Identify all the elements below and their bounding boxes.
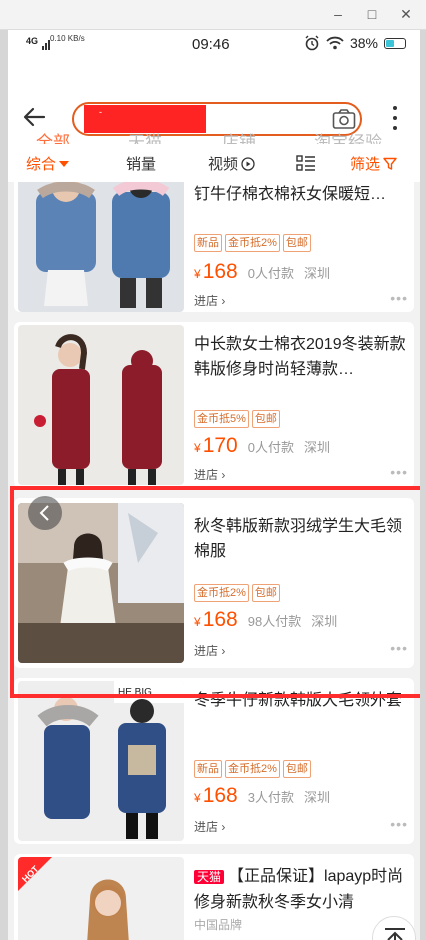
- filter-bar: 综合 销量 视频 筛选: [8, 144, 420, 182]
- close-icon[interactable]: ✕: [398, 6, 414, 22]
- tag: 金币抵5%: [194, 410, 249, 428]
- tag: 包邮: [251, 410, 280, 428]
- sold-count: 98人付款: [247, 614, 302, 629]
- svg-text:HE BIG: HE BIG: [118, 687, 152, 698]
- product-title-text: 【正品保证】lapayp时尚修身新款秋冬季女小清: [194, 868, 404, 911]
- arrow-up-icon: [385, 928, 405, 940]
- location: 深圳: [303, 790, 330, 805]
- phone-screen: 4G 0.10 KB/s 09:46 38% - 全部 天猫 店铺 淘宝经验 综…: [8, 30, 420, 940]
- sales-label: 销量: [126, 156, 157, 173]
- location: 深圳: [303, 440, 330, 455]
- product-card[interactable]: HOT 天猫 【正品保证】lapayp时尚修身新款秋冬季女小清 中国品牌: [14, 854, 414, 940]
- tag: 金币抵2%: [225, 234, 280, 252]
- video-label: 视频: [208, 156, 239, 173]
- signal-icon: [42, 40, 50, 50]
- location: 深圳: [311, 614, 338, 629]
- clock: 09:46: [192, 36, 230, 53]
- price-row: ¥ 168 0人付款 深圳: [194, 260, 330, 284]
- enter-store-link[interactable]: 进店 ›: [194, 642, 225, 659]
- product-title: 秋冬韩版新款羽绒学生大毛领棉服: [194, 518, 403, 560]
- tag: 包邮: [282, 234, 311, 252]
- price: 168: [202, 784, 238, 807]
- tag: 金币抵2%: [194, 584, 249, 602]
- enter-store-link[interactable]: 进店 ›: [194, 818, 225, 835]
- tag: 包邮: [282, 760, 311, 778]
- tag: 新品: [194, 234, 222, 252]
- product-card[interactable]: 中长款女士棉衣2019冬装新款韩版修身时尚轻薄款… 金币抵5% 包邮 ¥ 170…: [14, 322, 414, 488]
- maximize-icon[interactable]: □: [364, 6, 380, 22]
- battery-percent: 38%: [349, 35, 378, 51]
- filter-label: 筛选: [350, 156, 381, 173]
- more-dots-icon[interactable]: •••: [390, 816, 408, 832]
- network-speed: 0.10 KB/s: [50, 34, 85, 43]
- wifi-icon: [326, 36, 344, 50]
- status-bar: 4G 0.10 KB/s 09:46 38%: [8, 30, 420, 60]
- tag: 新品: [194, 760, 222, 778]
- funnel-icon: [383, 157, 397, 170]
- price: 170: [202, 434, 238, 457]
- product-image: [18, 325, 184, 485]
- minimize-icon[interactable]: –: [330, 6, 346, 22]
- more-dots-icon[interactable]: •••: [390, 464, 408, 480]
- currency-symbol: ¥: [194, 267, 201, 281]
- tag: 金币抵2%: [225, 760, 280, 778]
- tag: 包邮: [251, 584, 280, 602]
- sort-sales[interactable]: 销量: [126, 153, 156, 174]
- price-row: ¥ 168 98人付款 深圳: [194, 608, 337, 632]
- carousel-prev-button[interactable]: [28, 496, 62, 530]
- sold-count: 0人付款: [247, 266, 294, 281]
- alarm-icon: [305, 35, 319, 51]
- chevron-left-icon: [39, 505, 49, 521]
- currency-symbol: ¥: [194, 791, 201, 805]
- product-title: 中长款女士棉衣2019冬装新款韩版修身时尚轻薄款…: [194, 336, 406, 378]
- product-list: 钉牛仔棉衣棉袄女保暖短… 新品 金币抵2% 包邮 ¥ 168 0人付款 深圳 进…: [8, 182, 420, 940]
- brand-label: 中国品牌: [194, 918, 243, 932]
- back-to-top-button[interactable]: [372, 916, 416, 940]
- list-view-icon[interactable]: [296, 155, 316, 171]
- play-icon: [241, 156, 255, 171]
- product-tags: 新品 金币抵2% 包邮: [194, 760, 311, 778]
- more-dots-icon[interactable]: •••: [390, 290, 408, 306]
- product-image: HE BIG: [18, 681, 184, 841]
- product-title: 天猫 【正品保证】lapayp时尚修身新款秋冬季女小清: [194, 864, 406, 914]
- price-row: ¥ 168 3人付款 深圳: [194, 784, 330, 808]
- enter-store-link[interactable]: 进店 ›: [194, 292, 225, 309]
- tmall-badge: 天猫: [194, 870, 225, 884]
- emulator-left-edge: [0, 30, 8, 940]
- product-title: 钉牛仔棉衣棉袄女保暖短…: [194, 186, 387, 203]
- sort-comprehensive[interactable]: 综合: [26, 153, 70, 174]
- product-tags: 金币抵2% 包邮: [194, 584, 280, 602]
- enter-store-link[interactable]: 进店 ›: [194, 466, 225, 483]
- product-title: 冬季牛仔新款韩版大毛领外套: [194, 692, 403, 709]
- more-dots-icon[interactable]: •••: [390, 640, 408, 656]
- sort-label: 综合: [26, 156, 57, 173]
- emulator-titlebar: – □ ✕: [0, 0, 426, 30]
- caret-down-icon: [59, 160, 70, 167]
- product-image: [18, 182, 184, 312]
- product-tags: 金币抵5% 包邮: [194, 410, 280, 428]
- location: 深圳: [303, 266, 330, 281]
- battery-icon: [384, 37, 406, 49]
- sold-count: 3人付款: [247, 790, 294, 805]
- emulator-right-edge: [420, 30, 426, 940]
- product-image: HOT: [18, 857, 184, 940]
- product-card-highlighted[interactable]: 秋冬韩版新款羽绒学生大毛领棉服 金币抵2% 包邮 ¥ 168 98人付款 深圳 …: [14, 498, 414, 668]
- sold-count: 0人付款: [247, 440, 294, 455]
- price-row: ¥ 170 0人付款 深圳: [194, 434, 330, 458]
- filter-button[interactable]: 筛选: [350, 153, 397, 174]
- product-card[interactable]: 钉牛仔棉衣棉袄女保暖短… 新品 金币抵2% 包邮 ¥ 168 0人付款 深圳 进…: [14, 182, 414, 312]
- currency-symbol: ¥: [194, 441, 201, 455]
- price: 168: [202, 608, 238, 631]
- filter-video[interactable]: 视频: [208, 153, 255, 174]
- price: 168: [202, 260, 238, 283]
- product-card[interactable]: HE BIG 冬季牛仔新款韩版大毛领外套 新品 金币抵2% 包邮 ¥ 168 3…: [14, 678, 414, 844]
- product-tags: 新品 金币抵2% 包邮: [194, 234, 311, 252]
- network-type: 4G: [26, 36, 39, 46]
- currency-symbol: ¥: [194, 615, 201, 629]
